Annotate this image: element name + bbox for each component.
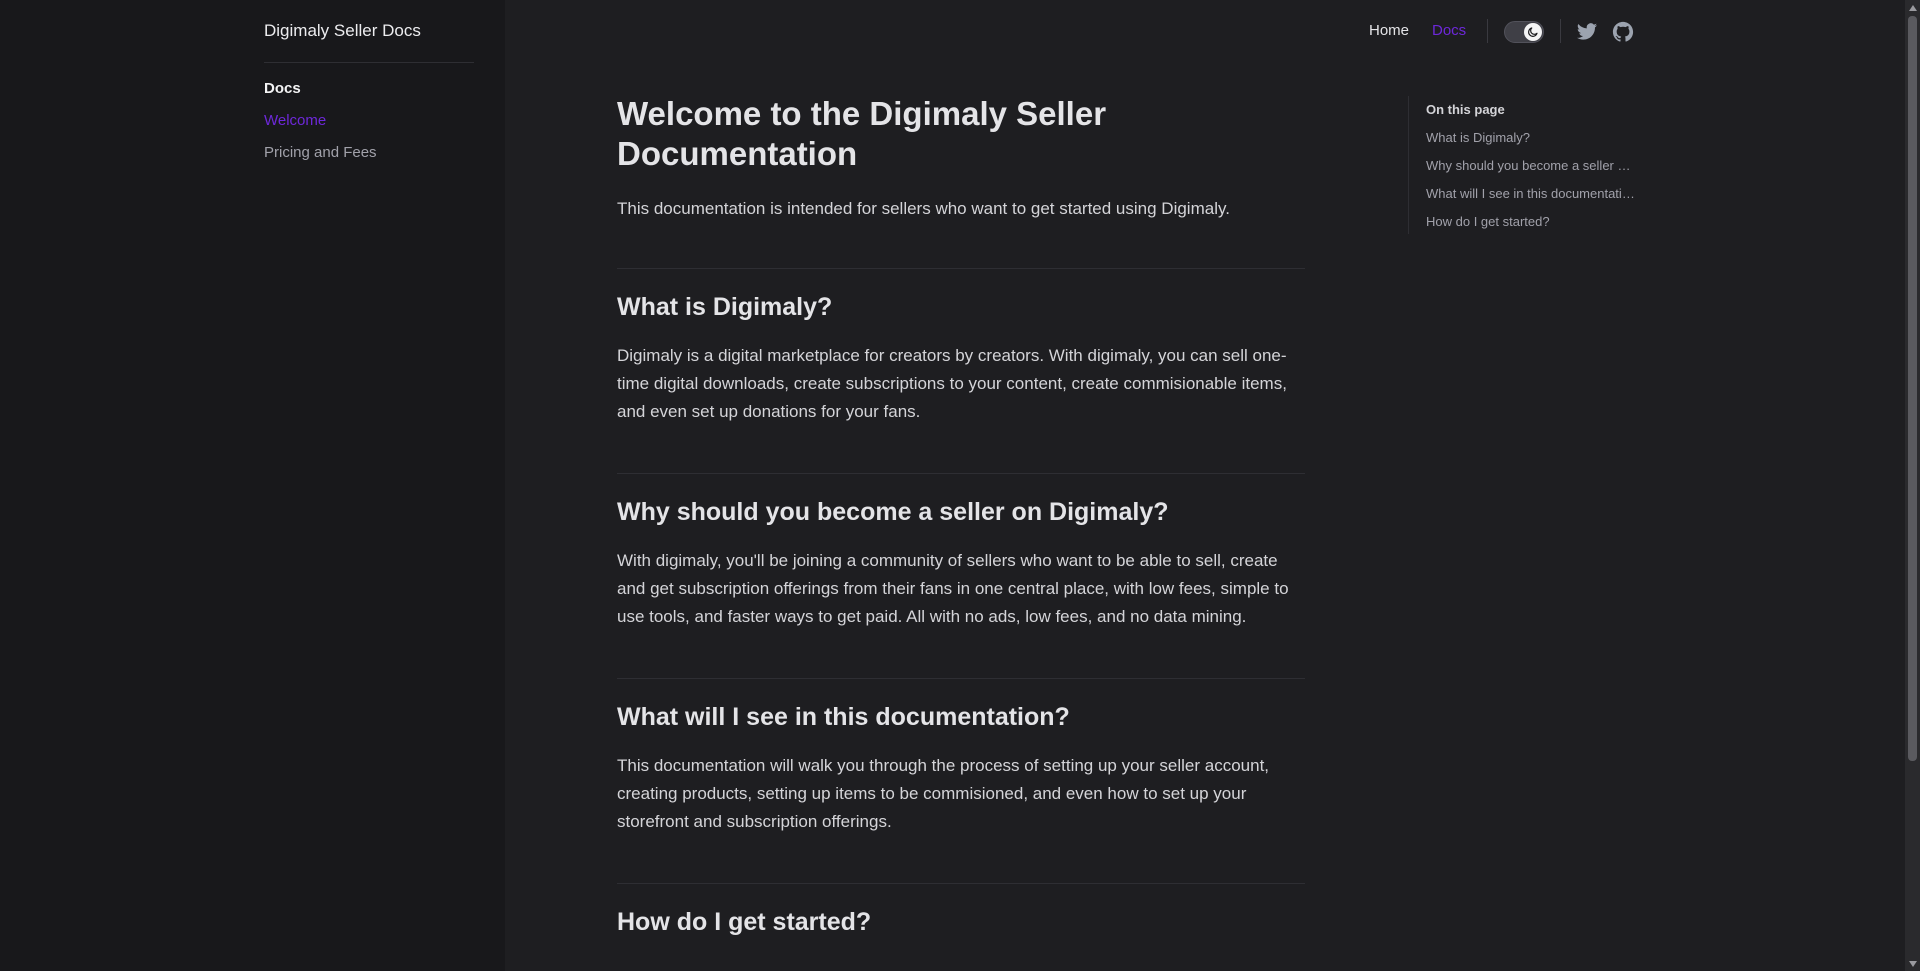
toc-title: On this page xyxy=(1426,102,1505,117)
sidebar-divider xyxy=(264,62,474,63)
sidebar: Digimaly Seller Docs Docs Welcome Pricin… xyxy=(0,0,505,971)
twitter-icon[interactable] xyxy=(1576,21,1598,43)
sidebar-item-pricing-and-fees[interactable]: Pricing and Fees xyxy=(264,144,377,161)
site-title[interactable]: Digimaly Seller Docs xyxy=(264,21,421,41)
sidebar-section-docs[interactable]: Docs xyxy=(264,80,301,97)
paragraph-why-become-seller: With digimaly, you'll be joining a commu… xyxy=(617,551,1289,626)
heading-what-will-i-see: What will I see in this documentation? xyxy=(617,703,1070,731)
section-divider xyxy=(617,883,1305,884)
nav-link-docs[interactable]: Docs xyxy=(1432,22,1466,39)
paragraph-what-is-digimaly: Digimaly is a digital marketplace for cr… xyxy=(617,346,1287,421)
theme-toggle[interactable] xyxy=(1504,21,1544,43)
section-divider xyxy=(617,473,1305,474)
nav-link-home[interactable]: Home xyxy=(1369,22,1409,39)
scroll-down-arrow-icon[interactable] xyxy=(1905,956,1920,971)
nav-separator xyxy=(1560,19,1561,43)
app: Digimaly Seller Docs Docs Welcome Pricin… xyxy=(0,0,1920,971)
github-icon[interactable] xyxy=(1612,21,1634,43)
toggle-knob xyxy=(1524,23,1542,41)
heading-what-is-digimaly: What is Digimaly? xyxy=(617,293,833,321)
nav-separator xyxy=(1487,19,1488,43)
scroll-up-arrow-icon[interactable] xyxy=(1905,0,1920,15)
toc-item-why-become-seller[interactable]: Why should you become a seller on Digima… xyxy=(1426,158,1636,173)
toc-item-what-will-i-see[interactable]: What will I see in this documentation? xyxy=(1426,186,1636,201)
scrollbar[interactable] xyxy=(1905,0,1920,971)
intro-paragraph: This documentation is intended for selle… xyxy=(617,199,1230,218)
section-divider xyxy=(617,678,1305,679)
section-divider xyxy=(617,268,1305,269)
sidebar-item-welcome[interactable]: Welcome xyxy=(264,112,326,129)
heading-why-become-seller: Why should you become a seller on Digima… xyxy=(617,498,1169,526)
moon-icon xyxy=(1528,27,1538,37)
top-nav: Home Docs xyxy=(1340,0,1640,64)
page-title: Welcome to the Digimaly Seller Documenta… xyxy=(617,95,1107,172)
toc-item-what-is-digimaly[interactable]: What is Digimaly? xyxy=(1426,130,1636,145)
scrollbar-thumb[interactable] xyxy=(1908,16,1917,761)
toc-item-how-do-i-get-started[interactable]: How do I get started? xyxy=(1426,214,1636,229)
heading-how-do-i-get-started: How do I get started? xyxy=(617,908,872,936)
paragraph-what-will-i-see: This documentation will walk you through… xyxy=(617,756,1270,831)
table-of-contents: On this page What is Digimaly? Why shoul… xyxy=(1408,96,1638,234)
